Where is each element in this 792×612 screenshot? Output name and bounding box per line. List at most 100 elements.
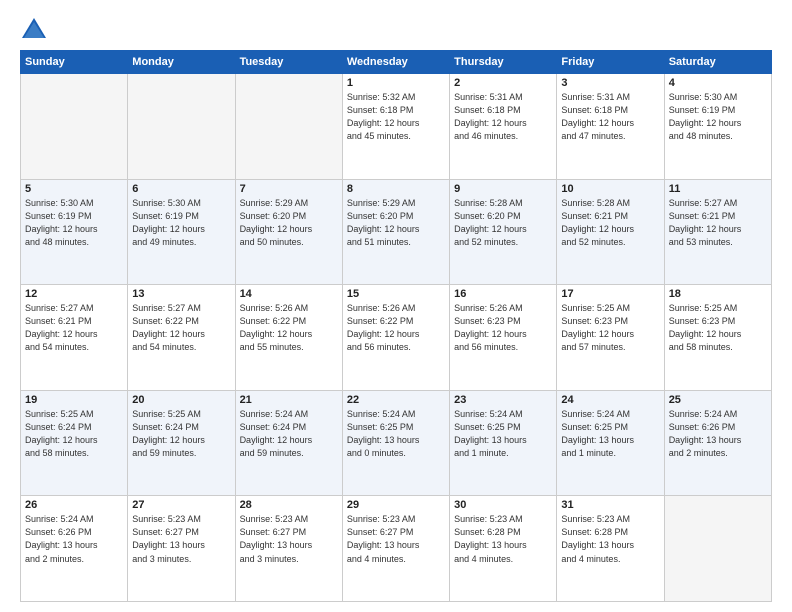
calendar-cell [21, 74, 128, 180]
calendar-cell: 15Sunrise: 5:26 AM Sunset: 6:22 PM Dayli… [342, 285, 449, 391]
day-number: 22 [347, 394, 445, 406]
day-number: 1 [347, 77, 445, 89]
day-info: Sunrise: 5:30 AM Sunset: 6:19 PM Dayligh… [132, 197, 230, 249]
weekday-header-friday: Friday [557, 51, 664, 74]
day-info: Sunrise: 5:29 AM Sunset: 6:20 PM Dayligh… [347, 197, 445, 249]
calendar-cell: 11 Sunrise: 5:27 AM Sunset: 6:21 PM Dayli… [664, 179, 771, 285]
day-number: 25 [669, 394, 767, 406]
day-number: 17 [561, 288, 659, 300]
calendar-cell: 23 Sunrise: 5:24 AM Sunset: 6:25 PM Dayli… [450, 390, 557, 496]
day-info: Sunrise: 5:27 AM Sunset: 6:21 PM Dayligh… [669, 197, 767, 249]
calendar-cell: 30 Sunrise: 5:23 AM Sunset: 6:28 PM Dayli… [450, 496, 557, 602]
day-info: Sunrise: 5:31 AM Sunset: 6:18 PM Dayligh… [454, 91, 552, 143]
calendar-cell [235, 74, 342, 180]
calendar-cell: 3 Sunrise: 5:31 AM Sunset: 6:18 PM Daylig… [557, 74, 664, 180]
day-info: Sunrise: 5:23 AM Sunset: 6:27 PM Dayligh… [132, 513, 230, 565]
calendar-cell: 28 Sunrise: 5:23 AM Sunset: 6:27 PM Dayli… [235, 496, 342, 602]
day-number: 14 [240, 288, 338, 300]
day-info: Sunrise: 5:24 AM Sunset: 6:25 PM Dayligh… [561, 408, 659, 460]
calendar-cell [664, 496, 771, 602]
day-info: Sunrise: 5:24 AM Sunset: 6:25 PM Dayligh… [454, 408, 552, 460]
calendar-week-3: 12 Sunrise: 5:27 AM Sunset: 6:21 PM Dayli… [21, 285, 772, 391]
day-number: 23 [454, 394, 552, 406]
day-info: Sunrise: 5:23 AM Sunset: 6:27 PM Dayligh… [240, 513, 338, 565]
calendar-cell: 29Sunrise: 5:23 AM Sunset: 6:27 PM Dayli… [342, 496, 449, 602]
day-info: Sunrise: 5:28 AM Sunset: 6:21 PM Dayligh… [561, 197, 659, 249]
calendar-week-5: 26 Sunrise: 5:24 AM Sunset: 6:26 PM Dayli… [21, 496, 772, 602]
day-number: 10 [561, 183, 659, 195]
day-info: Sunrise: 5:24 AM Sunset: 6:26 PM Dayligh… [25, 513, 123, 565]
calendar-cell: 12 Sunrise: 5:27 AM Sunset: 6:21 PM Dayli… [21, 285, 128, 391]
day-number: 13 [132, 288, 230, 300]
calendar-cell: 8 Sunrise: 5:29 AM Sunset: 6:20 PM Daylig… [342, 179, 449, 285]
weekday-header-sunday: Sunday [21, 51, 128, 74]
weekday-header-tuesday: Tuesday [235, 51, 342, 74]
day-info: Sunrise: 5:27 AM Sunset: 6:21 PM Dayligh… [25, 302, 123, 354]
calendar-week-4: 19 Sunrise: 5:25 AM Sunset: 6:24 PM Dayli… [21, 390, 772, 496]
calendar-cell: 24Sunrise: 5:24 AM Sunset: 6:25 PM Dayli… [557, 390, 664, 496]
weekday-header-saturday: Saturday [664, 51, 771, 74]
day-info: Sunrise: 5:26 AM Sunset: 6:22 PM Dayligh… [240, 302, 338, 354]
calendar-cell: 26 Sunrise: 5:24 AM Sunset: 6:26 PM Dayli… [21, 496, 128, 602]
page: SundayMondayTuesdayWednesdayThursdayFrid… [0, 0, 792, 612]
calendar-cell: 22Sunrise: 5:24 AM Sunset: 6:25 PM Dayli… [342, 390, 449, 496]
calendar-cell: 6Sunrise: 5:30 AM Sunset: 6:19 PM Daylig… [128, 179, 235, 285]
logo [20, 16, 52, 44]
calendar-cell: 5 Sunrise: 5:30 AM Sunset: 6:19 PM Daylig… [21, 179, 128, 285]
day-number: 27 [132, 499, 230, 511]
day-number: 4 [669, 77, 767, 89]
day-info: Sunrise: 5:27 AM Sunset: 6:22 PM Dayligh… [132, 302, 230, 354]
calendar-table: SundayMondayTuesdayWednesdayThursdayFrid… [20, 50, 772, 602]
calendar-cell: 16 Sunrise: 5:26 AM Sunset: 6:23 PM Dayli… [450, 285, 557, 391]
weekday-header-monday: Monday [128, 51, 235, 74]
calendar-cell: 21 Sunrise: 5:24 AM Sunset: 6:24 PM Dayli… [235, 390, 342, 496]
day-number: 2 [454, 77, 552, 89]
day-number: 21 [240, 394, 338, 406]
calendar-cell: 31 Sunrise: 5:23 AM Sunset: 6:28 PM Dayli… [557, 496, 664, 602]
day-info: Sunrise: 5:28 AM Sunset: 6:20 PM Dayligh… [454, 197, 552, 249]
calendar-cell: 13 Sunrise: 5:27 AM Sunset: 6:22 PM Dayli… [128, 285, 235, 391]
header [20, 16, 772, 44]
day-number: 28 [240, 499, 338, 511]
day-info: Sunrise: 5:24 AM Sunset: 6:26 PM Dayligh… [669, 408, 767, 460]
day-info: Sunrise: 5:30 AM Sunset: 6:19 PM Dayligh… [669, 91, 767, 143]
calendar-cell: 18 Sunrise: 5:25 AM Sunset: 6:23 PM Dayli… [664, 285, 771, 391]
day-number: 9 [454, 183, 552, 195]
day-info: Sunrise: 5:30 AM Sunset: 6:19 PM Dayligh… [25, 197, 123, 249]
day-info: Sunrise: 5:25 AM Sunset: 6:24 PM Dayligh… [25, 408, 123, 460]
calendar-cell: 19 Sunrise: 5:25 AM Sunset: 6:24 PM Dayli… [21, 390, 128, 496]
day-number: 16 [454, 288, 552, 300]
weekday-header-thursday: Thursday [450, 51, 557, 74]
calendar-cell: 25 Sunrise: 5:24 AM Sunset: 6:26 PM Dayli… [664, 390, 771, 496]
calendar-cell: 14 Sunrise: 5:26 AM Sunset: 6:22 PM Dayli… [235, 285, 342, 391]
day-number: 19 [25, 394, 123, 406]
day-info: Sunrise: 5:31 AM Sunset: 6:18 PM Dayligh… [561, 91, 659, 143]
day-info: Sunrise: 5:32 AM Sunset: 6:18 PM Dayligh… [347, 91, 445, 143]
day-number: 18 [669, 288, 767, 300]
day-info: Sunrise: 5:23 AM Sunset: 6:28 PM Dayligh… [454, 513, 552, 565]
day-info: Sunrise: 5:24 AM Sunset: 6:24 PM Dayligh… [240, 408, 338, 460]
calendar-week-2: 5 Sunrise: 5:30 AM Sunset: 6:19 PM Daylig… [21, 179, 772, 285]
day-number: 8 [347, 183, 445, 195]
day-number: 29 [347, 499, 445, 511]
day-number: 3 [561, 77, 659, 89]
day-info: Sunrise: 5:25 AM Sunset: 6:23 PM Dayligh… [669, 302, 767, 354]
day-info: Sunrise: 5:26 AM Sunset: 6:23 PM Dayligh… [454, 302, 552, 354]
logo-icon [20, 16, 48, 44]
day-info: Sunrise: 5:26 AM Sunset: 6:22 PM Dayligh… [347, 302, 445, 354]
day-number: 5 [25, 183, 123, 195]
day-info: Sunrise: 5:23 AM Sunset: 6:28 PM Dayligh… [561, 513, 659, 565]
calendar-cell: 17 Sunrise: 5:25 AM Sunset: 6:23 PM Dayli… [557, 285, 664, 391]
day-number: 26 [25, 499, 123, 511]
calendar-cell: 9 Sunrise: 5:28 AM Sunset: 6:20 PM Daylig… [450, 179, 557, 285]
day-number: 30 [454, 499, 552, 511]
calendar-cell: 1 Sunrise: 5:32 AM Sunset: 6:18 PM Daylig… [342, 74, 449, 180]
day-number: 31 [561, 499, 659, 511]
day-number: 12 [25, 288, 123, 300]
day-info: Sunrise: 5:25 AM Sunset: 6:24 PM Dayligh… [132, 408, 230, 460]
calendar-cell [128, 74, 235, 180]
calendar-week-1: 1 Sunrise: 5:32 AM Sunset: 6:18 PM Daylig… [21, 74, 772, 180]
day-info: Sunrise: 5:25 AM Sunset: 6:23 PM Dayligh… [561, 302, 659, 354]
weekday-header-wednesday: Wednesday [342, 51, 449, 74]
day-number: 11 [669, 183, 767, 195]
